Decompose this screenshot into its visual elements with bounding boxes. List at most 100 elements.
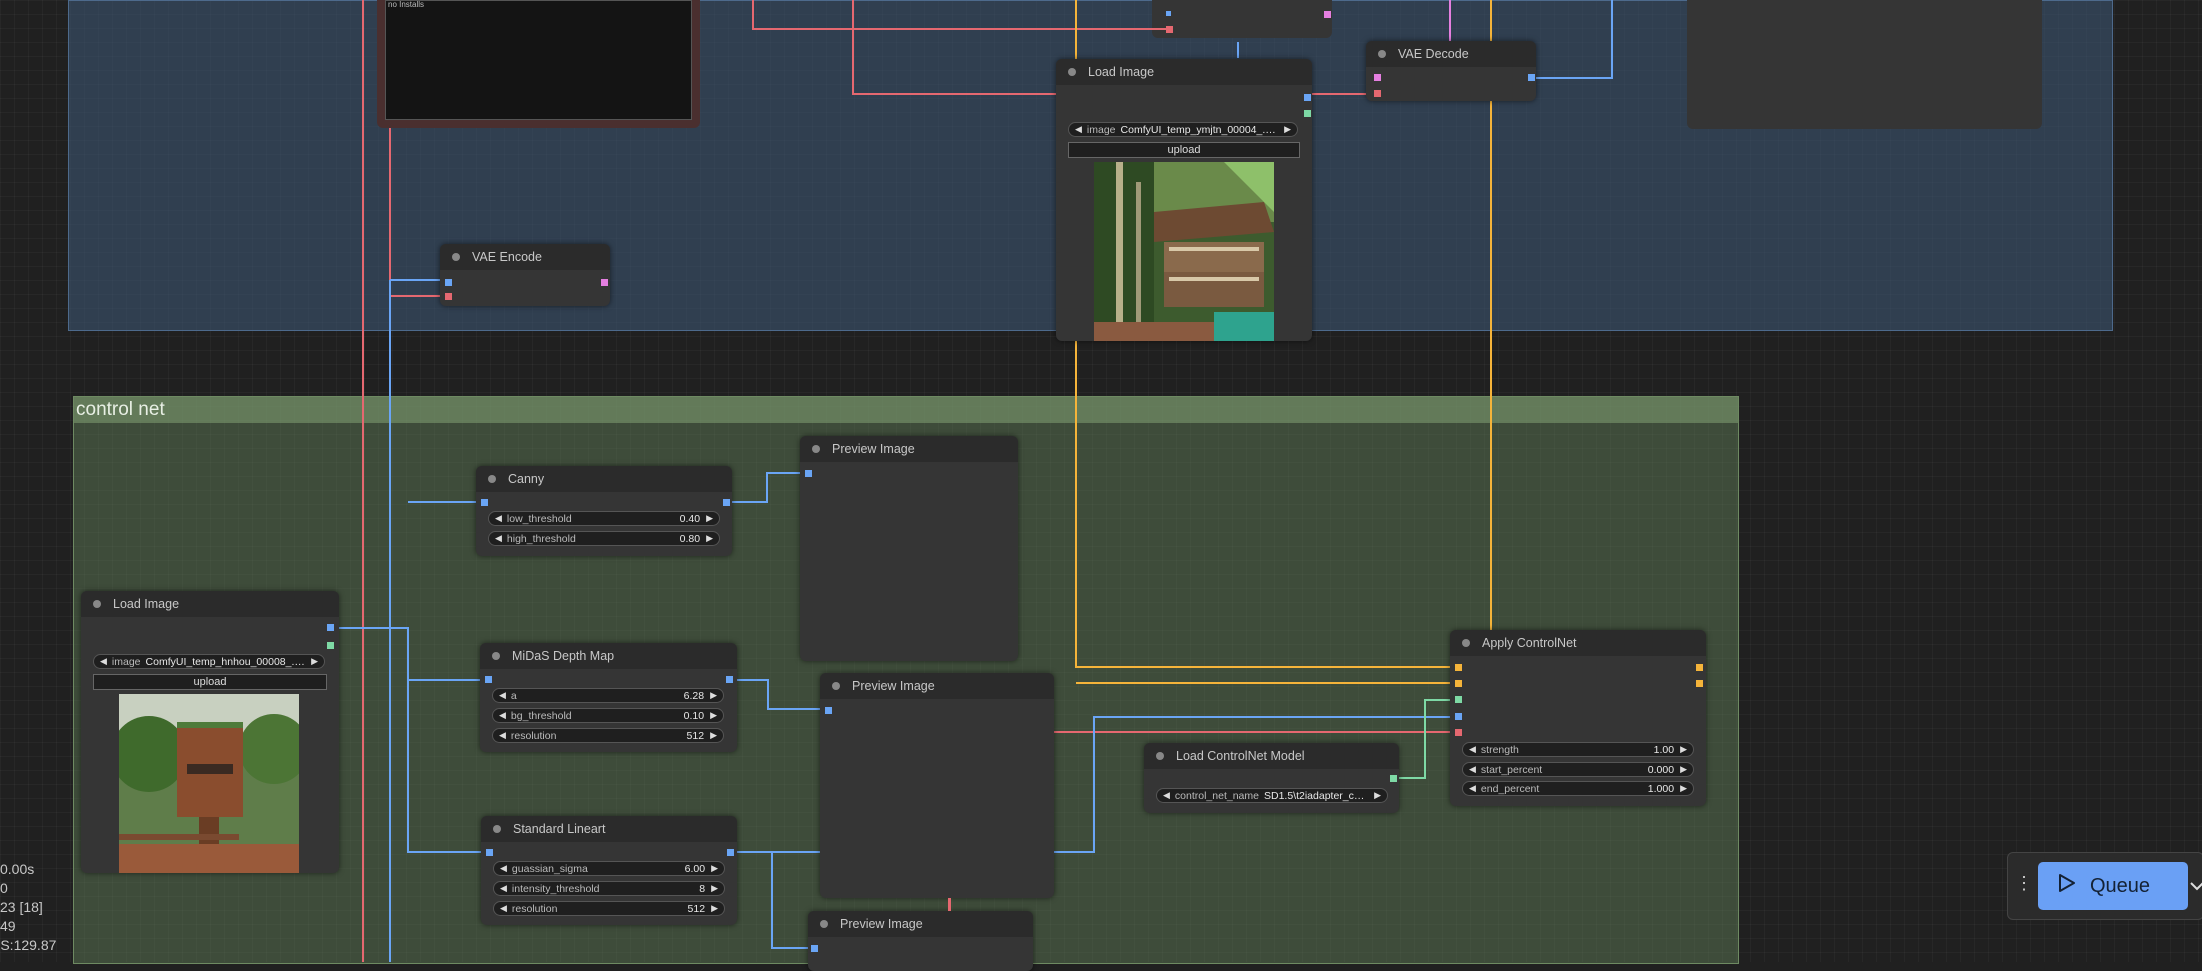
output-slot-image[interactable] (1304, 94, 1311, 101)
node-preview-image-1[interactable]: Preview Image (800, 436, 1018, 661)
arrow-right-icon[interactable]: ▶ (1284, 124, 1291, 135)
upload-button[interactable]: upload (1068, 142, 1300, 158)
output-slot-negative[interactable] (1696, 680, 1703, 687)
arrow-right-icon[interactable]: ▶ (710, 730, 717, 741)
arrow-right-icon[interactable]: ▶ (711, 863, 718, 874)
input-slot-image[interactable] (486, 849, 493, 856)
node-preview-image-2[interactable]: Preview Image (820, 673, 1054, 898)
input-slot-image[interactable] (481, 499, 488, 506)
arrow-right-icon[interactable]: ▶ (1680, 744, 1687, 755)
output-slot-control-net[interactable] (1390, 775, 1397, 782)
node-vae-decode[interactable]: VAE Decode (1366, 41, 1536, 101)
node-title[interactable]: Standard Lineart (481, 816, 737, 842)
arrow-right-icon[interactable]: ▶ (1680, 783, 1687, 794)
arrow-right-icon[interactable]: ▶ (706, 513, 713, 524)
arrow-left-icon[interactable]: ◀ (500, 863, 507, 874)
bg-threshold-slider[interactable]: ◀ bg_threshold 0.10 ▶ (492, 708, 724, 723)
input-slot-image[interactable] (485, 676, 492, 683)
collapse-dot[interactable] (1378, 50, 1386, 58)
collapse-dot[interactable] (1462, 639, 1470, 647)
arrow-left-icon[interactable]: ◀ (1469, 764, 1476, 775)
arrow-right-icon[interactable]: ▶ (711, 883, 718, 894)
node-preview-image-3[interactable]: Preview Image (808, 911, 1033, 971)
arrow-left-icon[interactable]: ◀ (499, 690, 506, 701)
arrow-left-icon[interactable]: ◀ (1163, 790, 1170, 801)
low-threshold-slider[interactable]: ◀ low_threshold 0.40 ▶ (488, 511, 720, 526)
node-title[interactable]: Preview Image (800, 436, 1018, 462)
node-title[interactable]: VAE Encode (440, 244, 610, 270)
output-slot-positive[interactable] (1696, 664, 1703, 671)
node-title[interactable]: Load Image (1056, 59, 1312, 85)
image-select[interactable]: ◀ image ComfyUI_temp_hnhou_00008_.png ▶ (93, 654, 325, 669)
image-select[interactable]: ◀ image ComfyUI_temp_ymjtn_00004_.png ▶ (1068, 122, 1298, 137)
input-slot-image[interactable] (1455, 713, 1462, 720)
resolution-slider[interactable]: ◀ resolution 512 ▶ (492, 728, 724, 743)
gaussian-sigma-slider[interactable]: ◀ guassian_sigma 6.00 ▶ (493, 861, 725, 876)
collapse-dot[interactable] (488, 475, 496, 483)
node-canny[interactable]: Canny ◀ low_threshold 0.40 ▶ ◀ high_thre… (476, 466, 732, 556)
node-load-image-cn[interactable]: Load Image ◀ image ComfyUI_temp_hnhou_00… (81, 591, 339, 873)
input-slot-pixels[interactable] (445, 279, 452, 286)
node-title[interactable]: Canny (476, 466, 732, 492)
input-slot-vae[interactable] (1374, 90, 1381, 97)
input-slot-positive[interactable] (1455, 664, 1462, 671)
collapse-dot[interactable] (493, 825, 501, 833)
arrow-right-icon[interactable]: ▶ (1680, 764, 1687, 775)
arrow-left-icon[interactable]: ◀ (495, 533, 502, 544)
arrow-left-icon[interactable]: ◀ (499, 710, 506, 721)
node-title[interactable]: VAE Decode (1366, 41, 1536, 67)
input-slot-images[interactable] (825, 707, 832, 714)
output-slot-image[interactable] (327, 624, 334, 631)
chevron-down-icon[interactable] (2190, 878, 2202, 896)
node-title[interactable]: Load Image (81, 591, 339, 617)
node-title[interactable]: MiDaS Depth Map (480, 643, 737, 669)
output-slot-mask[interactable] (327, 642, 334, 649)
arrow-right-icon[interactable]: ▶ (710, 710, 717, 721)
collapse-dot[interactable] (820, 920, 828, 928)
node-title[interactable]: Apply ControlNet (1450, 630, 1706, 656)
collapse-dot[interactable] (832, 682, 840, 690)
arrow-left-icon[interactable]: ◀ (499, 730, 506, 741)
input-slot-vae[interactable] (445, 293, 452, 300)
resolution-slider[interactable]: ◀ resolution 512 ▶ (493, 901, 725, 916)
arrow-left-icon[interactable]: ◀ (500, 903, 507, 914)
high-threshold-slider[interactable]: ◀ high_threshold 0.80 ▶ (488, 531, 720, 546)
input-slot-vae[interactable] (1455, 729, 1462, 736)
node-midas-depth-map[interactable]: MiDaS Depth Map ◀ a 6.28 ▶ ◀ bg_threshol… (480, 643, 737, 752)
node-load-image-top[interactable]: Load Image ◀ image ComfyUI_temp_ymjtn_00… (1056, 59, 1312, 341)
input-slot-images[interactable] (811, 945, 818, 952)
node-standard-lineart[interactable]: Standard Lineart ◀ guassian_sigma 6.00 ▶… (481, 816, 737, 925)
arrow-left-icon[interactable]: ◀ (500, 883, 507, 894)
arrow-left-icon[interactable]: ◀ (100, 656, 107, 667)
arrow-left-icon[interactable]: ◀ (1469, 783, 1476, 794)
input-slot-samples[interactable] (1374, 74, 1381, 81)
arrow-right-icon[interactable]: ▶ (710, 690, 717, 701)
start-percent-slider[interactable]: ◀ start_percent 0.000 ▶ (1462, 762, 1694, 777)
upload-button[interactable]: upload (93, 674, 327, 690)
output-slot-latent[interactable] (601, 279, 608, 286)
arrow-left-icon[interactable]: ◀ (1469, 744, 1476, 755)
end-percent-slider[interactable]: ◀ end_percent 1.000 ▶ (1462, 781, 1694, 796)
arrow-right-icon[interactable]: ▶ (1374, 790, 1381, 801)
collapse-dot[interactable] (1068, 68, 1076, 76)
intensity-threshold-slider[interactable]: ◀ intensity_threshold 8 ▶ (493, 881, 725, 896)
control-net-name-select[interactable]: ◀ control_net_name SD1.5\t2iadapter_can.… (1156, 788, 1388, 803)
node-title[interactable]: Preview Image (808, 911, 1033, 937)
input-slot-negative[interactable] (1455, 680, 1462, 687)
queue-button[interactable]: Queue (2038, 862, 2188, 910)
node-title[interactable]: Preview Image (820, 673, 1054, 699)
collapse-dot[interactable] (812, 445, 820, 453)
collapse-dot[interactable] (1156, 752, 1164, 760)
node-load-controlnet-model[interactable]: Load ControlNet Model ◀ control_net_name… (1144, 743, 1399, 813)
output-slot-image[interactable] (1528, 74, 1535, 81)
output-slot-image[interactable] (723, 499, 730, 506)
output-slot-image[interactable] (726, 676, 733, 683)
a-slider[interactable]: ◀ a 6.28 ▶ (492, 688, 724, 703)
node-vae-encode[interactable]: VAE Encode (440, 244, 610, 306)
input-slot-images[interactable] (805, 470, 812, 477)
arrow-right-icon[interactable]: ▶ (706, 533, 713, 544)
arrow-left-icon[interactable]: ◀ (495, 513, 502, 524)
arrow-left-icon[interactable]: ◀ (1075, 124, 1082, 135)
strength-slider[interactable]: ◀ strength 1.00 ▶ (1462, 742, 1694, 757)
node-canvas[interactable]: control net no Installs VAE Encode VAE D… (0, 0, 2202, 971)
